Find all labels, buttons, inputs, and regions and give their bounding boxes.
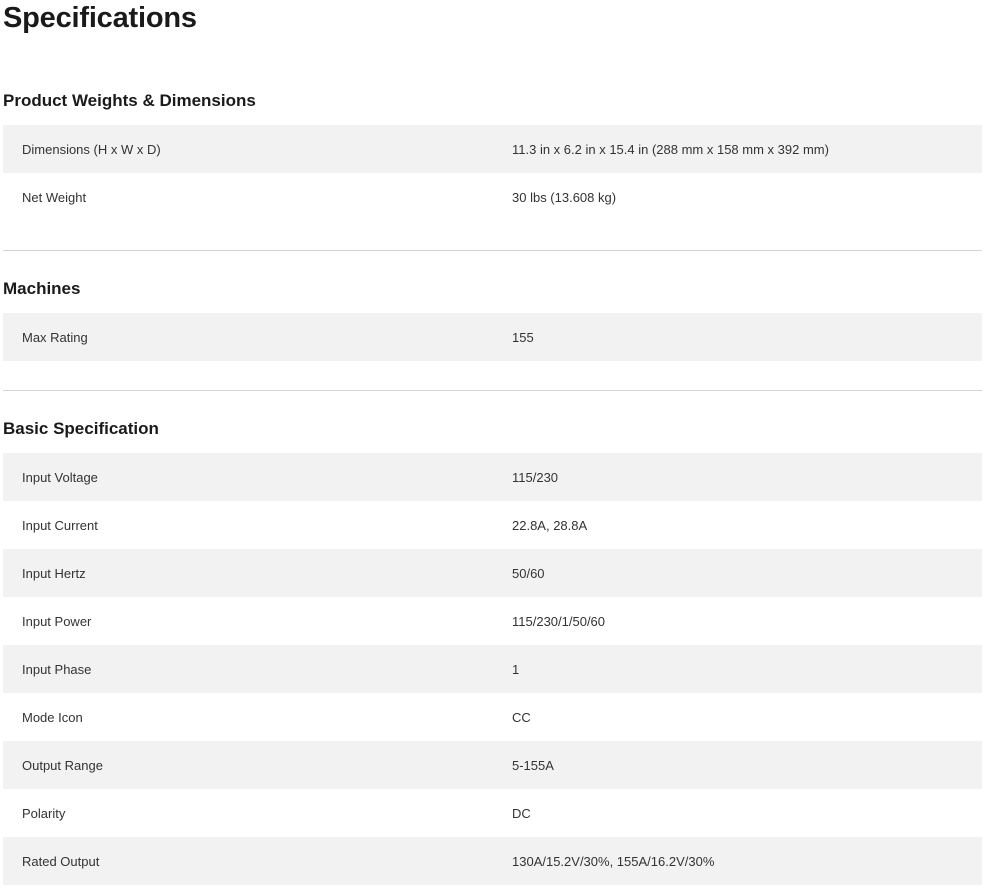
spec-value: 130A/15.2V/30%, 155A/16.2V/30% <box>512 837 982 885</box>
spec-row: Polarity DC <box>3 789 982 837</box>
spec-table: Input Voltage 115/230 Input Current 22.8… <box>3 453 982 885</box>
spec-row: Net Weight 30 lbs (13.608 kg) <box>3 173 982 221</box>
spec-value: 50/60 <box>512 549 982 597</box>
spec-value: CC <box>512 709 531 725</box>
spec-row: Max Rating 155 <box>3 313 982 361</box>
spec-label: Input Voltage <box>3 453 512 501</box>
section-title: Machines <box>3 279 81 298</box>
spec-row: Input Power 115/230/1/50/60 <box>3 597 982 645</box>
spec-value: 30 lbs (13.608 kg) <box>512 189 617 205</box>
spec-table: Dimensions (H x W x D) 11.3 in x 6.2 in … <box>3 125 982 221</box>
spec-row: Input Voltage 115/230 <box>3 453 982 501</box>
spec-value: 1 <box>512 645 982 693</box>
spec-row: Input Current 22.8A, 28.8A <box>3 501 982 549</box>
spec-label: Input Hertz <box>3 549 512 597</box>
spec-label: Polarity <box>22 805 66 821</box>
section-basic-specification: Basic Specification Input Voltage 115/23… <box>3 418 982 885</box>
spec-table: Max Rating 155 <box>3 313 982 361</box>
spec-label: Input Power <box>22 613 92 629</box>
section-product-weights-dimensions: Product Weights & Dimensions Dimensions … <box>3 90 982 221</box>
spec-label: Input Phase <box>3 645 512 693</box>
section-machines: Machines Max Rating 155 <box>3 278 982 361</box>
spec-label: Input Current <box>22 517 98 533</box>
spec-value: 11.3 in x 6.2 in x 15.4 in (288 mm x 158… <box>512 125 982 173</box>
spec-row: Mode Icon CC <box>3 693 982 741</box>
spec-row: Output Range 5-155A <box>3 741 982 789</box>
section-title: Product Weights & Dimensions <box>3 91 256 110</box>
spec-label: Mode Icon <box>22 709 83 725</box>
spec-value: 115/230/1/50/60 <box>512 613 606 629</box>
spec-row: Rated Output 130A/15.2V/30%, 155A/16.2V/… <box>3 837 982 885</box>
spec-label: Rated Output <box>3 837 512 885</box>
spec-row: Dimensions (H x W x D) 11.3 in x 6.2 in … <box>3 125 982 173</box>
section-divider <box>3 390 982 391</box>
spec-value: DC <box>512 805 531 821</box>
spec-row: Input Hertz 50/60 <box>3 549 982 597</box>
spec-row: Input Phase 1 <box>3 645 982 693</box>
spec-label: Net Weight <box>22 189 87 205</box>
spec-label: Max Rating <box>3 313 512 361</box>
spec-label: Output Range <box>3 741 512 789</box>
spec-value: 5-155A <box>512 741 982 789</box>
section-title: Basic Specification <box>3 419 159 438</box>
section-divider <box>3 250 982 251</box>
spec-value: 115/230 <box>512 453 982 501</box>
spec-label: Dimensions (H x W x D) <box>3 125 512 173</box>
specifications-page: Specifications Product Weights & Dimensi… <box>0 0 984 894</box>
spec-value: 155 <box>512 313 982 361</box>
page-title: Specifications <box>3 2 197 34</box>
spec-value: 22.8A, 28.8A <box>512 517 588 533</box>
